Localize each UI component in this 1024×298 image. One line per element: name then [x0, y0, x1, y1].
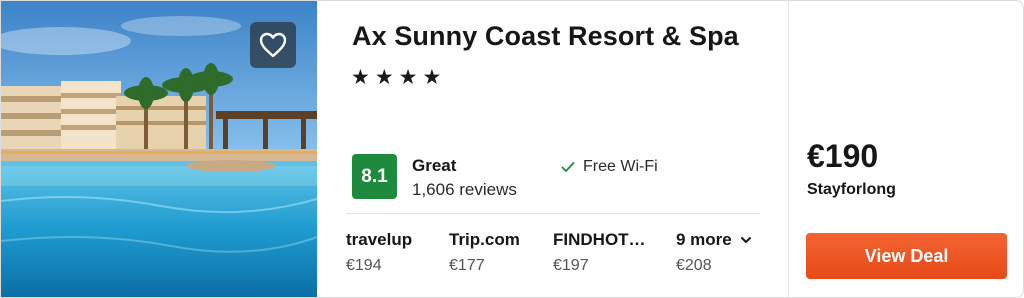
provider-name: Trip.com [449, 230, 520, 249]
review-count[interactable]: 1,606 reviews [412, 180, 517, 200]
chevron-down-icon [740, 237, 751, 243]
more-providers-button[interactable]: 9 more €208 [676, 230, 752, 275]
hotel-photo[interactable] [1, 1, 317, 297]
checkmark-icon [561, 162, 575, 172]
provider-price: €194 [346, 257, 382, 274]
heart-icon [259, 32, 287, 58]
deal-price: €190 [807, 138, 879, 174]
more-price: €208 [676, 257, 712, 274]
provider-price: €177 [449, 257, 485, 274]
column-divider [788, 1, 789, 297]
amenity-label: Free Wi-Fi [583, 158, 658, 175]
rating-label: Great [412, 156, 457, 175]
provider-trip-com[interactable]: Trip.com €177 [449, 230, 544, 275]
more-label: 9 more [676, 230, 732, 249]
hotel-card: Ax Sunny Coast Resort & Spa ★★★★ 8.1 Gre… [0, 0, 1024, 298]
provider-name: FINDHOT… [553, 230, 646, 249]
amenity-item: Free Wi-Fi [561, 158, 658, 176]
provider-findhotel[interactable]: FINDHOT… €197 [553, 230, 653, 275]
divider [346, 213, 760, 214]
provider-price: €197 [553, 257, 589, 274]
rating-badge: 8.1 [352, 154, 397, 199]
provider-travelup[interactable]: travelup €194 [346, 230, 441, 275]
deal-provider: Stayforlong [807, 181, 896, 198]
hotel-stars: ★★★★ [351, 66, 447, 89]
view-deal-button[interactable]: View Deal [806, 233, 1007, 279]
favorite-button[interactable] [250, 22, 296, 68]
provider-name: travelup [346, 230, 413, 249]
hotel-name[interactable]: Ax Sunny Coast Resort & Spa [352, 21, 739, 52]
